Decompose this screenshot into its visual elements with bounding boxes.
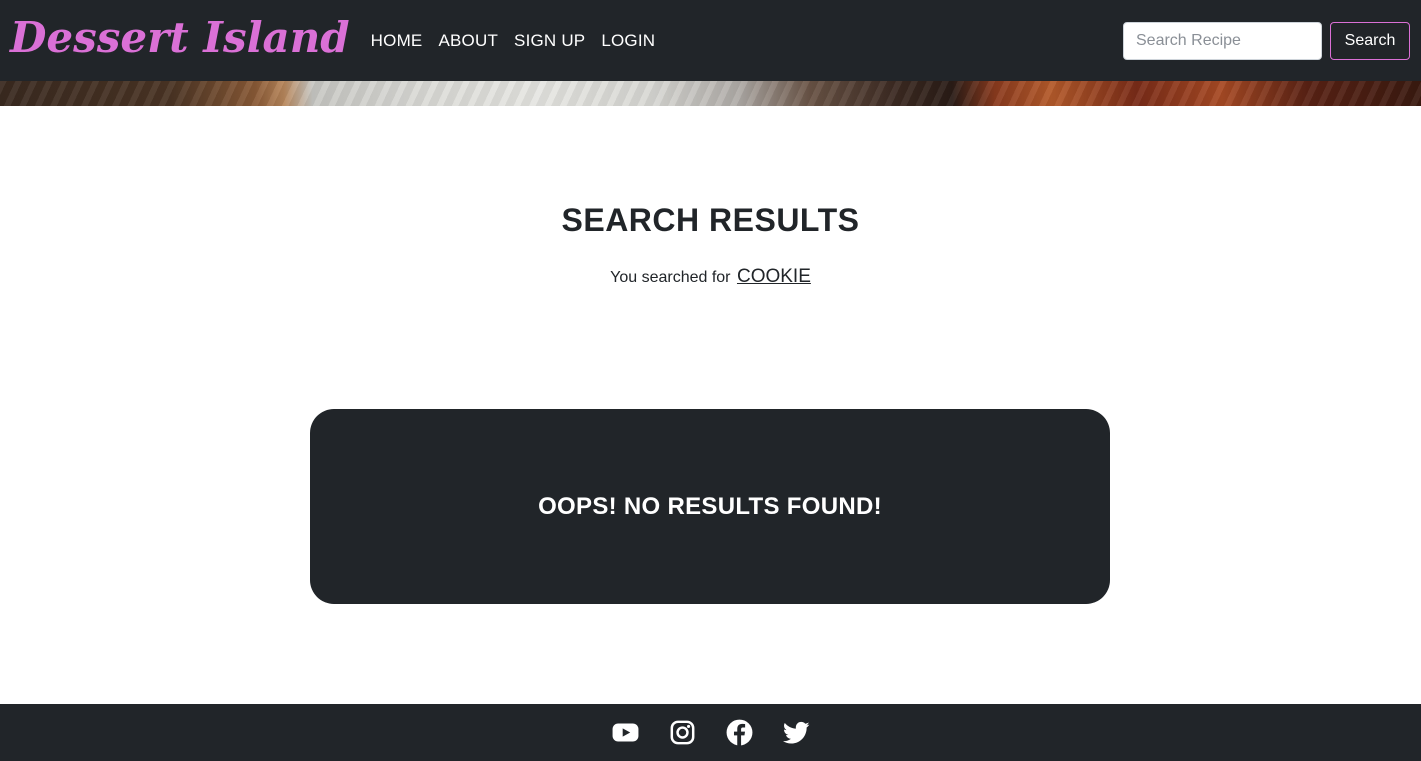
search-form: Search bbox=[1123, 21, 1410, 60]
nav-link-sign-up[interactable]: SIGN UP bbox=[514, 31, 585, 51]
twitter-icon[interactable] bbox=[782, 719, 810, 746]
no-results-box: OOPS! NO RESULTS FOUND! bbox=[310, 409, 1110, 604]
search-button[interactable]: Search bbox=[1330, 21, 1410, 60]
nav-link-home[interactable]: HOME bbox=[371, 31, 423, 51]
hero-image-strip bbox=[0, 81, 1421, 106]
nav-link-login[interactable]: LOGIN bbox=[601, 31, 655, 51]
searched-for-line: You searched for COOKIE bbox=[0, 266, 1421, 288]
facebook-icon[interactable] bbox=[726, 719, 753, 746]
social-links bbox=[612, 719, 810, 746]
search-input[interactable] bbox=[1123, 21, 1322, 60]
searched-term-link[interactable]: COOKIE bbox=[737, 266, 811, 287]
footer bbox=[0, 704, 1421, 761]
nav-links: HOME ABOUT SIGN UP LOGIN bbox=[362, 31, 656, 51]
brand-logo[interactable]: Dessert Island bbox=[10, 16, 350, 59]
no-results-message: OOPS! NO RESULTS FOUND! bbox=[538, 492, 882, 520]
top-navbar: Dessert Island HOME ABOUT SIGN UP LOGIN … bbox=[0, 0, 1421, 81]
searched-for-label: You searched for bbox=[610, 269, 731, 286]
youtube-icon[interactable] bbox=[612, 719, 639, 746]
page-title: SEARCH RESULTS bbox=[561, 202, 860, 238]
instagram-icon[interactable] bbox=[669, 719, 696, 746]
nav-link-about[interactable]: ABOUT bbox=[438, 31, 498, 51]
